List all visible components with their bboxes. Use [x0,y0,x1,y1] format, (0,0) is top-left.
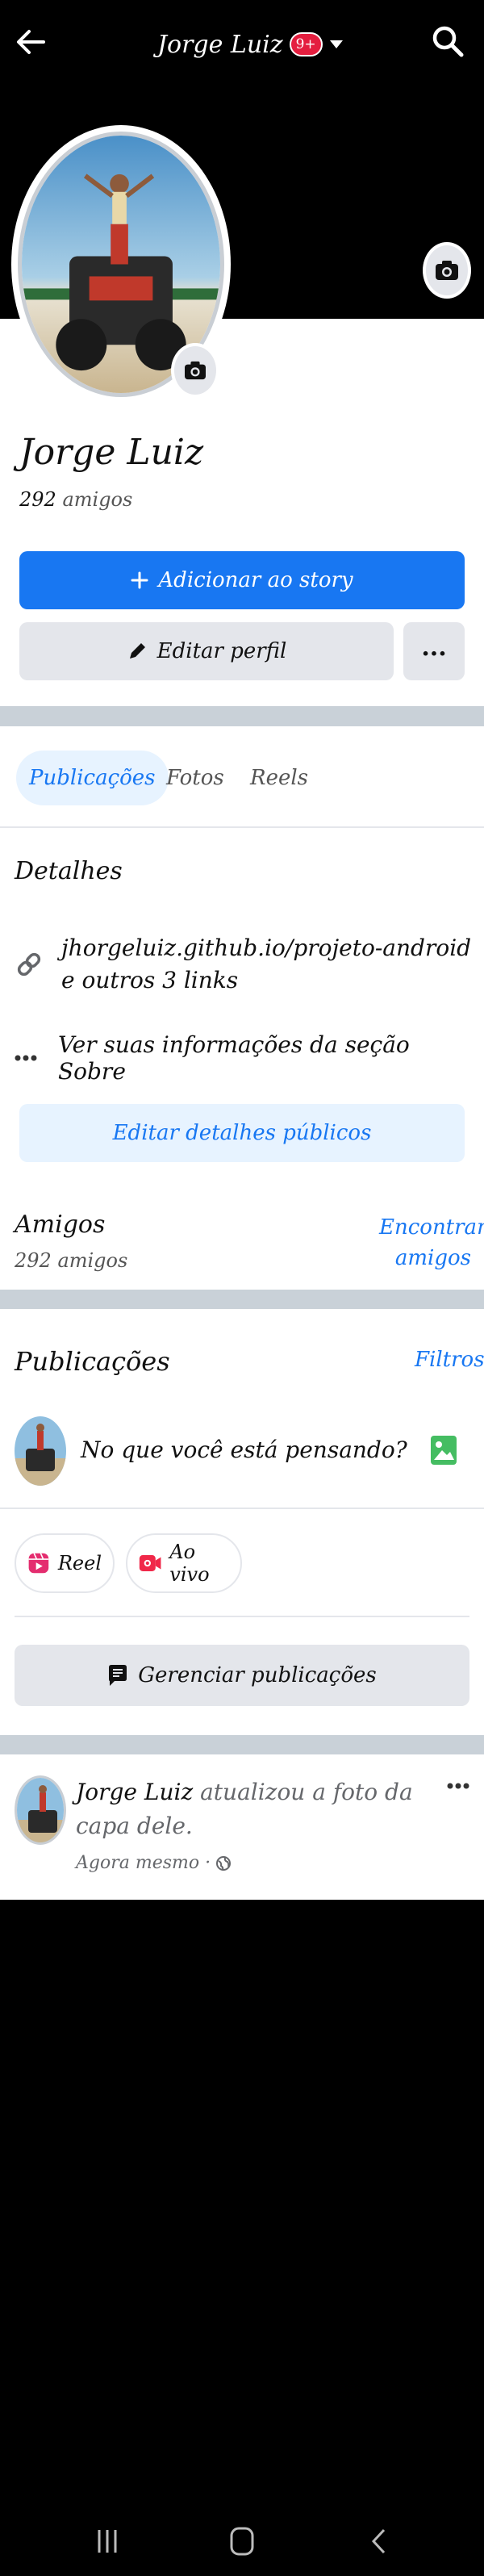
manage-posts-label: Gerenciar publicações [138,1663,377,1687]
profile-name: Jorge Luiz [19,432,204,473]
friends-subtitle: 292 amigos [15,1249,128,1272]
chips-divider [15,1616,469,1617]
system-nav-bar [0,2511,484,2576]
live-icon [139,1555,161,1571]
details-title: Detalhes [15,857,123,885]
composer-input[interactable]: No que você está pensando? [81,1436,407,1463]
notification-badge: 9+ [289,32,323,56]
friends-count-label: amigos [62,488,133,511]
about-info-text: Ver suas informações da seção Sobre [57,1031,410,1085]
links-row[interactable]: jhorgeluiz.github.io/projeto-android e o… [15,932,474,997]
live-button[interactable]: Ao vivo [126,1533,242,1593]
camera-icon [185,361,206,380]
about-info-row[interactable]: Ver suas informações da seção Sobre [15,1031,484,1085]
photo-icon[interactable] [428,1432,460,1471]
tab-reels[interactable]: Reels [250,751,308,805]
post-options-button[interactable] [447,1769,469,1796]
more-options-button[interactable]: ... [403,622,465,680]
friends-title: Amigos [15,1211,106,1239]
link-icon [17,952,41,976]
edit-public-details-button[interactable]: Editar detalhes públicos [19,1104,465,1162]
search-icon[interactable] [431,24,465,58]
back-icon[interactable] [369,2528,387,2555]
friends-count-number: 292 [19,488,56,511]
tab-fotos[interactable]: Fotos [166,751,224,805]
avatar-camera-button[interactable] [171,343,219,398]
recent-apps-icon[interactable] [97,2528,118,2555]
tab-publicacoes[interactable]: Publicações [16,751,169,805]
post-timestamp: Agora mesmo · [76,1853,232,1873]
ellipsis-icon [447,1783,469,1789]
publications-title: Publicações [15,1346,170,1377]
tabs-divider [0,826,484,828]
section-divider [0,1290,484,1309]
camera-icon [436,261,458,280]
ellipsis-icon: ... [421,633,447,662]
filters-link[interactable]: Filtros [415,1348,484,1372]
post-author-name[interactable]: Jorge Luiz [76,1779,193,1805]
header-title: Jorge Luiz [157,30,283,59]
top-bar: Jorge Luiz 9+ [0,0,484,89]
live-label: Ao vivo [169,1541,210,1586]
back-arrow-icon[interactable] [15,26,47,58]
home-icon[interactable] [229,2526,255,2557]
post-author-avatar[interactable] [15,1775,66,1845]
links-text[interactable]: jhorgeluiz.github.io/projeto-android e o… [61,932,474,997]
add-story-label: Adicionar ao story [158,568,353,592]
cover-camera-button[interactable] [423,242,471,299]
edit-profile-button[interactable]: Editar perfil [19,622,394,680]
section-divider [0,1735,484,1754]
add-story-button[interactable]: Adicionar ao story [19,551,465,609]
ellipsis-icon [15,1055,37,1061]
section-divider [0,706,484,726]
pencil-icon [129,643,145,659]
globe-icon [216,1855,232,1871]
post-time-text: Agora mesmo · [76,1853,211,1873]
find-friends-link[interactable]: Encontrar amigos [379,1212,484,1273]
reel-icon [28,1553,49,1574]
composer-divider [0,1508,484,1509]
plus-icon [131,571,148,589]
reel-label: Reel [57,1552,102,1574]
friends-count[interactable]: 292 amigos [19,488,132,511]
reel-button[interactable]: Reel [15,1533,115,1593]
chevron-down-icon [329,40,343,48]
edit-profile-label: Editar perfil [156,639,287,663]
tabs-details-section [0,726,484,1290]
profile-switcher[interactable]: Jorge Luiz 9+ [157,24,344,65]
composer-avatar[interactable] [15,1416,66,1486]
manage-icon [109,1665,127,1686]
post-header-text: Jorge Luiz atualizou a foto da capa dele… [76,1775,415,1843]
manage-posts-button[interactable]: Gerenciar publicações [15,1645,469,1706]
